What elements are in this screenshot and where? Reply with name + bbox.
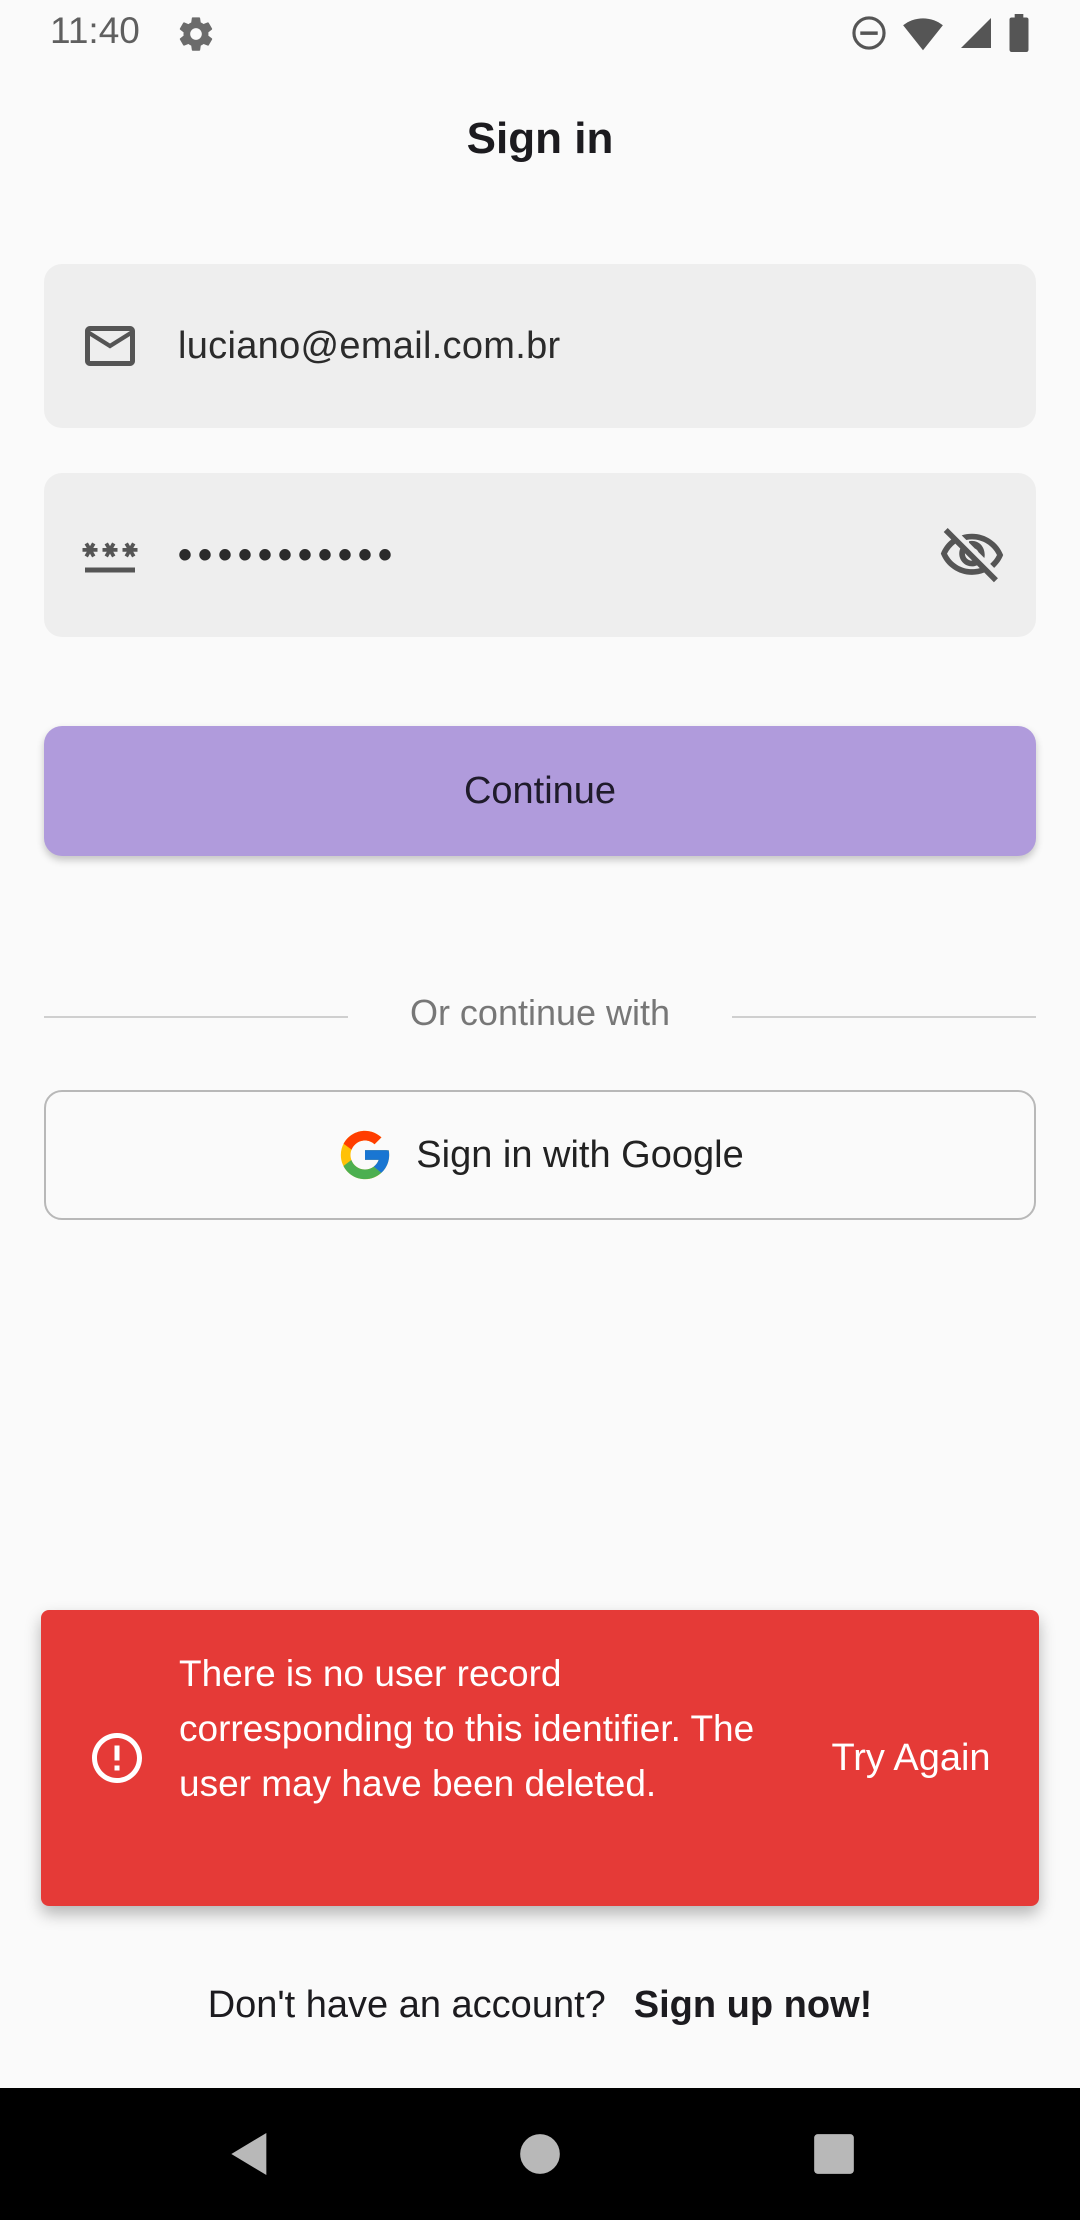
snackbar-message: There is no user record corresponding to… [179,1653,755,1804]
visibility-off-icon[interactable] [938,521,1006,589]
continue-button[interactable]: Continue [44,726,1036,856]
password-field[interactable]: ••••••••••• [44,473,1036,637]
status-icons [850,14,1030,52]
error-snackbar: There is no user record corresponding to… [41,1610,1039,1906]
signup-row: Don't have an account? Sign up now! [0,1984,1080,2027]
google-logo-icon [341,1130,390,1180]
sign-in-screen: 11:40 Sign in luciano@email.com.br •••••… [0,0,1080,2220]
status-bar: 11:40 [0,0,1080,66]
try-again-button[interactable]: Try Again [811,1610,1011,1906]
back-icon[interactable] [222,2126,278,2182]
sign-up-link[interactable]: Sign up now! [634,1984,873,2026]
navigation-bar [0,2088,1080,2220]
signup-prompt: Don't have an account? [207,1984,606,2026]
google-button-label: Sign in with Google [416,1133,744,1176]
password-icon [82,542,138,573]
google-sign-in-button[interactable]: Sign in with Google [44,1090,1036,1220]
email-field[interactable]: luciano@email.com.br [44,264,1036,428]
status-time: 11:40 [50,10,140,51]
gear-icon [179,17,213,51]
divider-text: Or continue with [409,992,671,1033]
password-value: ••••••••••• [178,533,399,577]
recents-icon[interactable] [806,2126,862,2182]
page-title: Sign in [466,114,614,163]
do-not-disturb-icon [852,16,886,50]
error-icon [92,1733,142,1783]
home-icon[interactable] [512,2126,568,2182]
email-value: luciano@email.com.br [178,325,561,367]
mail-icon [85,326,135,366]
wifi-icon [903,18,943,51]
cellular-signal-icon [961,18,991,48]
divider-line-right [732,1016,1036,1018]
battery-icon [1009,14,1029,52]
